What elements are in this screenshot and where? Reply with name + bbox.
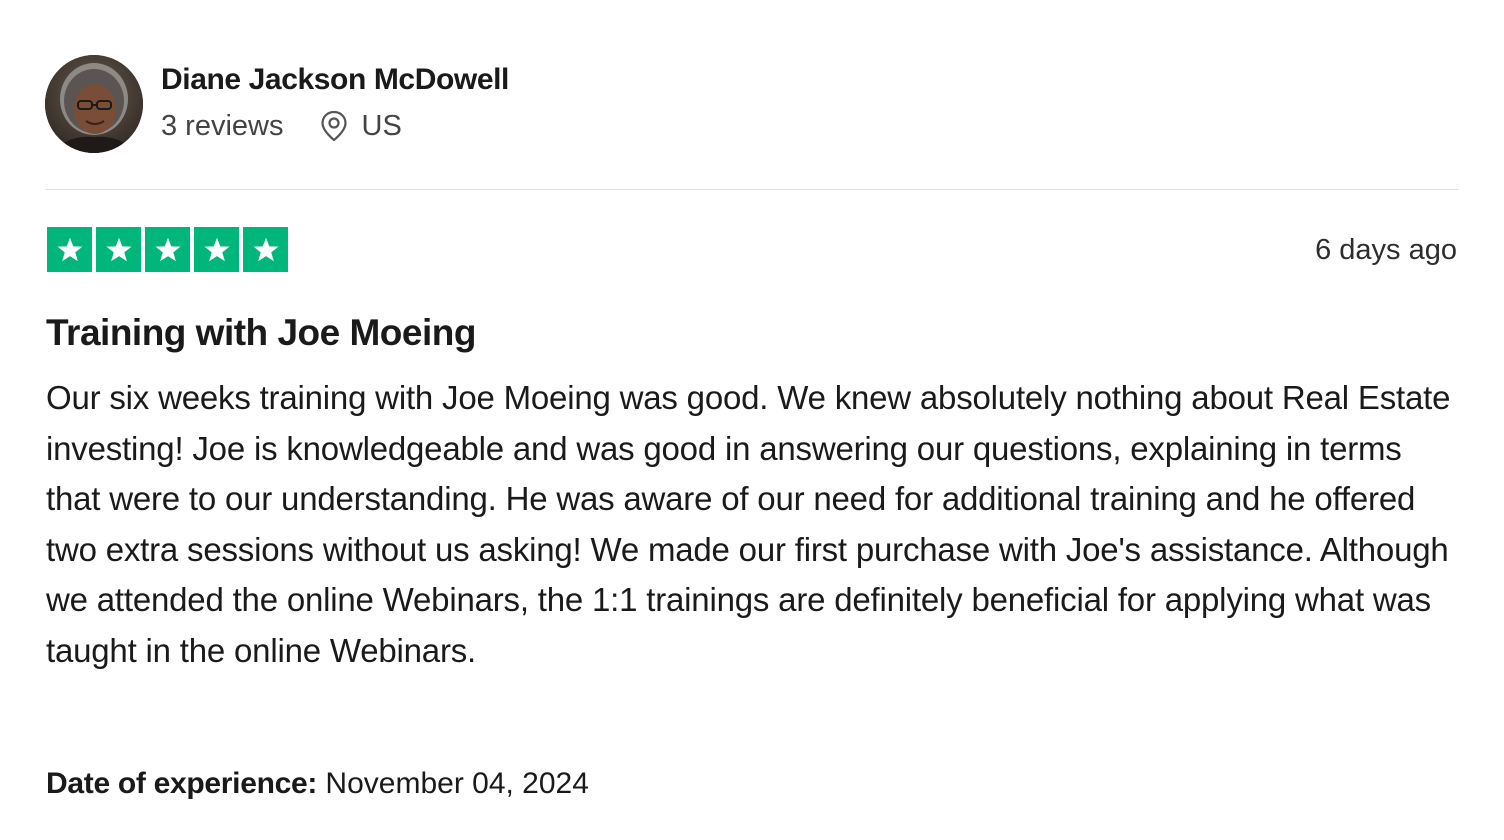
- review-date: 6 days ago: [1315, 234, 1457, 266]
- star-box: [47, 227, 92, 272]
- star-box: [145, 227, 190, 272]
- star-icon: [253, 237, 278, 261]
- reviewer-name[interactable]: Diane Jackson McDowell: [161, 60, 509, 100]
- experience-label: Date of experience:: [46, 767, 318, 800]
- reviewer-country: US: [361, 110, 402, 142]
- divider: [45, 189, 1459, 190]
- star-icon: [155, 237, 180, 261]
- location-pin-icon: [320, 110, 347, 142]
- avatar[interactable]: [45, 55, 143, 153]
- star-icon: [204, 237, 229, 261]
- star-rating: [47, 227, 288, 272]
- reviewer-location: US: [320, 108, 402, 144]
- experience-date: November 04, 2024: [325, 767, 589, 800]
- date-of-experience: Date of experience: November 04, 2024: [46, 763, 589, 805]
- review-body: Our six weeks training with Joe Moeing w…: [46, 379, 1451, 669]
- reviews-count[interactable]: 3 reviews: [161, 108, 284, 144]
- reviewer-info: Diane Jackson McDowell 3 reviews US: [161, 63, 509, 144]
- star-box: [243, 227, 288, 272]
- star-box: [194, 227, 239, 272]
- star-icon: [57, 237, 82, 261]
- review-card: Diane Jackson McDowell 3 reviews US 6 da…: [0, 0, 1504, 840]
- star-icon: [106, 237, 131, 261]
- reviewer-meta: 3 reviews US: [161, 108, 509, 144]
- star-box: [96, 227, 141, 272]
- reviewer-header: Diane Jackson McDowell 3 reviews US: [45, 52, 509, 156]
- user-avatar-photo: [45, 55, 143, 153]
- review-title[interactable]: Training with Joe Moeing: [46, 310, 476, 356]
